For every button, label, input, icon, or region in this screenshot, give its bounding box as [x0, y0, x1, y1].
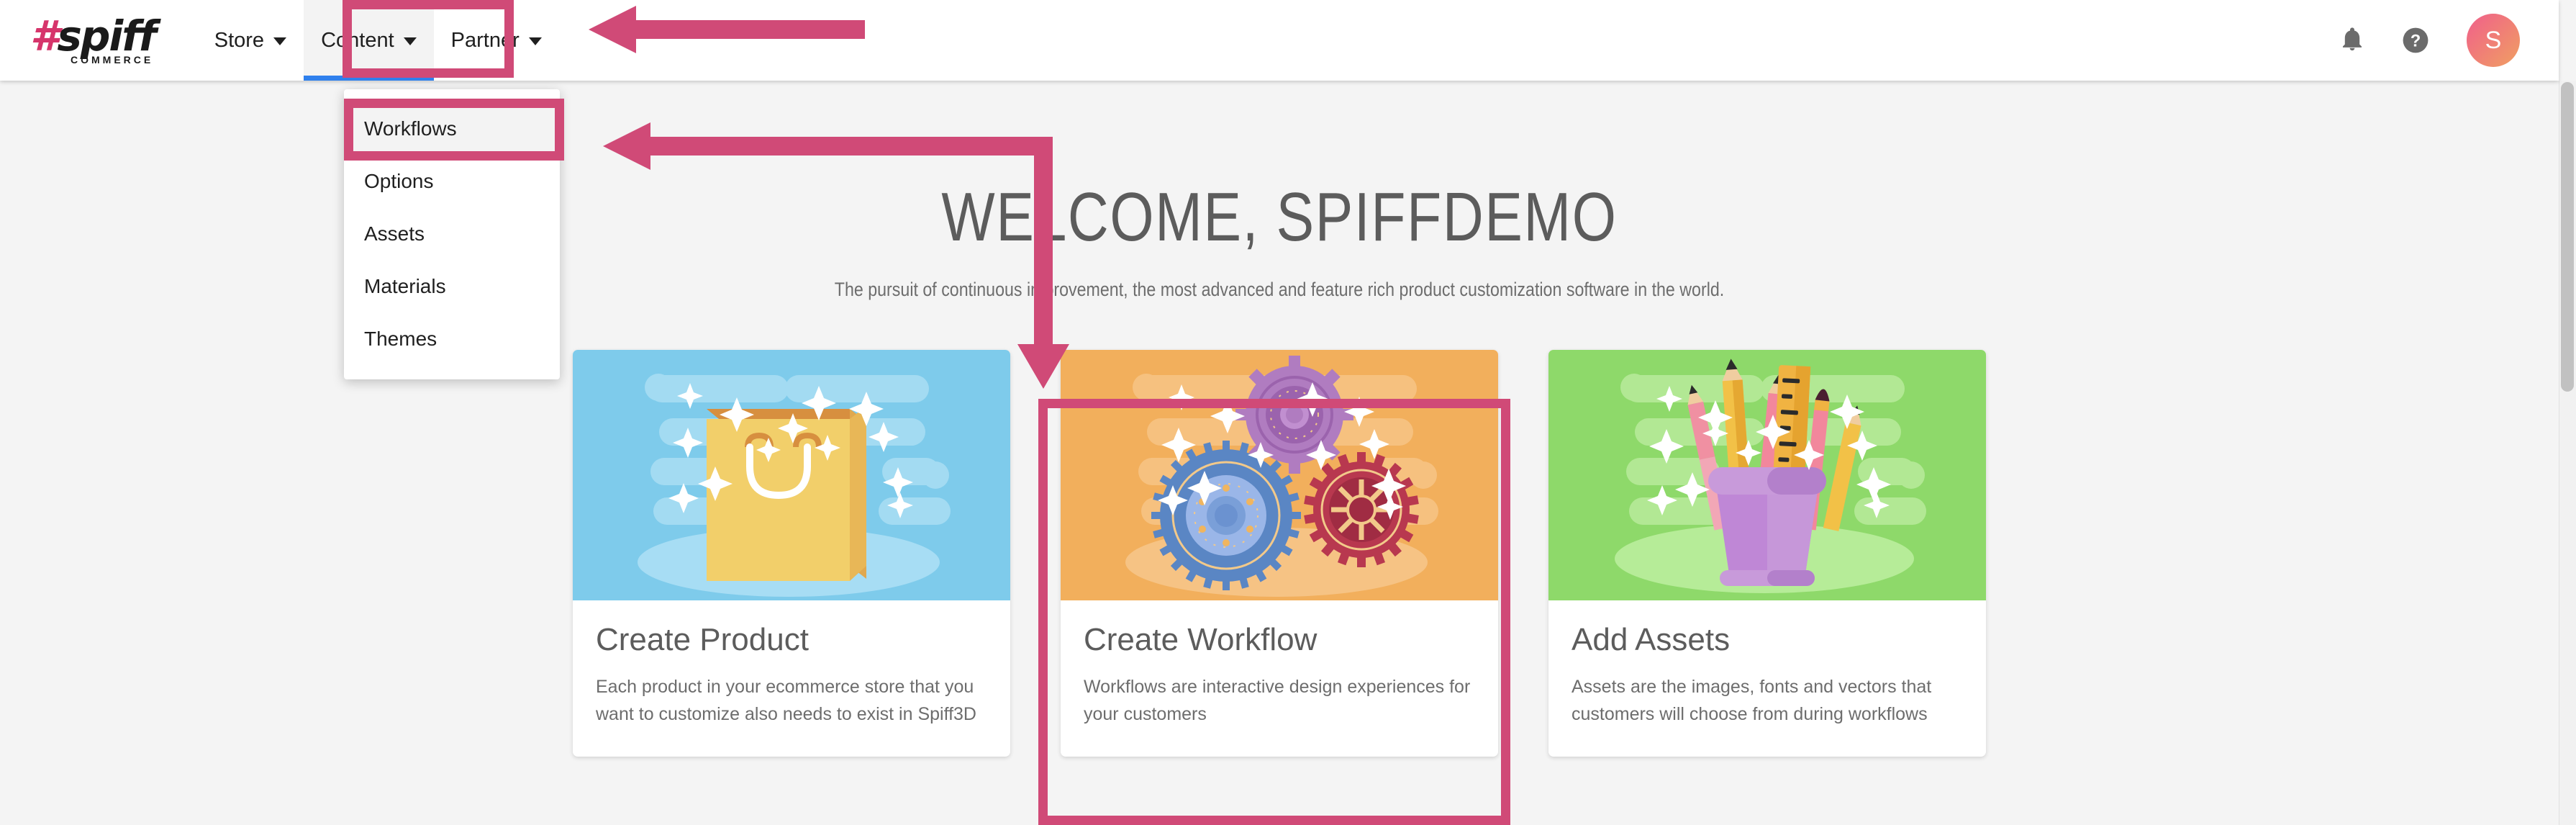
chevron-down-icon — [528, 37, 542, 45]
card-description: Assets are the images, fonts and vectors… — [1572, 677, 1932, 724]
logo-hash-symbol: # — [30, 12, 59, 60]
quick-start-cards: Create Product Each product in your ecom… — [0, 350, 2559, 757]
top-navigation-bar: # spiff COMMERCE Store Content Partner ?… — [0, 0, 2559, 81]
dropdown-item-themes[interactable]: Themes — [344, 312, 560, 365]
content-dropdown-menu: Workflows Options Assets Materials Theme… — [344, 89, 560, 379]
card-title: Add Assets — [1572, 622, 1731, 657]
card-body: Create Product Each product in your ecom… — [573, 600, 1010, 757]
dropdown-item-assets[interactable]: Assets — [344, 207, 560, 260]
card-body: Add Assets Assets are the images, fonts … — [1548, 600, 1986, 757]
vertical-scrollbar-thumb[interactable] — [2561, 82, 2574, 392]
shopping-bag-illustration — [573, 350, 1010, 600]
logo-subtitle: COMMERCE — [71, 54, 154, 66]
card-body: Create Workflow Workflows are interactiv… — [1061, 600, 1498, 757]
dropdown-item-materials[interactable]: Materials — [344, 260, 560, 312]
card-title: Create Product — [596, 622, 809, 657]
dropdown-item-options-label: Options — [364, 169, 434, 192]
chevron-down-icon — [403, 37, 417, 45]
card-title: Create Workflow — [1084, 622, 1318, 657]
question-circle-icon[interactable]: ? — [2402, 27, 2429, 54]
nav-item-store[interactable]: Store — [197, 0, 304, 81]
svg-text:?: ? — [2411, 32, 2421, 51]
chevron-down-icon — [273, 37, 287, 45]
gears-illustration — [1061, 350, 1498, 600]
card-add-assets[interactable]: Add Assets Assets are the images, fonts … — [1548, 350, 1986, 757]
dropdown-item-workflows-label: Workflows — [364, 117, 457, 140]
dropdown-item-themes-label: Themes — [364, 327, 437, 350]
nav-item-content-label: Content — [321, 28, 394, 52]
avatar[interactable]: S — [2467, 14, 2520, 67]
bell-icon[interactable] — [2340, 27, 2364, 54]
pencil-cup-illustration — [1548, 350, 1986, 600]
nav-right-group: ? S — [2340, 14, 2520, 67]
card-create-workflow[interactable]: Create Workflow Workflows are interactiv… — [1061, 350, 1498, 757]
card-description: Each product in your ecommerce store tha… — [596, 677, 976, 724]
logo-text: spiff — [57, 12, 156, 60]
dropdown-item-workflows[interactable]: Workflows — [344, 102, 560, 155]
dropdown-item-assets-label: Assets — [364, 222, 425, 245]
dropdown-item-materials-label: Materials — [364, 274, 446, 297]
avatar-initial: S — [2485, 26, 2502, 54]
nav-item-content[interactable]: Content — [304, 0, 434, 81]
nav-item-partner-label: Partner — [450, 28, 520, 52]
brand-logo[interactable]: # spiff COMMERCE — [30, 12, 157, 66]
card-create-product[interactable]: Create Product Each product in your ecom… — [573, 350, 1010, 757]
logo-wordmark: # spiff — [30, 12, 157, 60]
card-description: Workflows are interactive design experie… — [1084, 677, 1471, 724]
nav-item-store-label: Store — [214, 28, 265, 52]
nav-items-group: Store Content Partner — [197, 0, 559, 81]
nav-item-partner[interactable]: Partner — [434, 0, 559, 81]
dropdown-item-options[interactable]: Options — [344, 155, 560, 207]
